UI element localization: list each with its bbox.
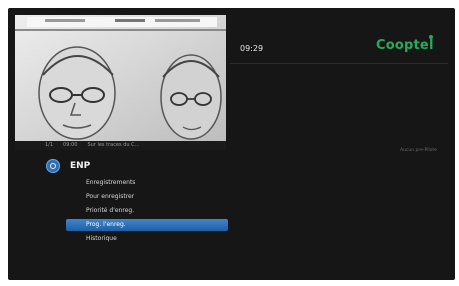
video-frame-image xyxy=(15,15,226,141)
video-strip-position: 1/1 xyxy=(45,142,54,148)
section-title: ENP xyxy=(70,161,91,171)
side-hint: Aucun pre-Pilote xyxy=(400,148,437,153)
video-info-strip: 1/1 09:00 Sur les traces du C... xyxy=(15,141,226,150)
brand-logo: Cooptel xyxy=(376,38,434,53)
tv-screen: 1/1 09:00 Sur les traces du C... 09:29 C… xyxy=(8,8,455,280)
brand-logo-dot xyxy=(429,35,433,39)
recording-icon xyxy=(46,159,60,173)
menu-item-to-record[interactable]: Pour enregistrer xyxy=(66,191,228,203)
video-strip-title: Sur les traces du C... xyxy=(87,142,140,148)
video-preview xyxy=(15,15,226,141)
video-strip-time: 09:00 xyxy=(63,142,78,148)
menu-item-recordings[interactable]: Enregistrements xyxy=(66,177,228,189)
clock: 09:29 xyxy=(240,44,264,53)
menu-item-record-priority[interactable]: Priorité d'enreg. xyxy=(66,205,228,217)
menu-item-schedule-recording[interactable]: Prog. l'enreg. xyxy=(66,219,228,231)
header-divider xyxy=(230,63,448,64)
menu-item-history[interactable]: Historique xyxy=(66,233,228,245)
